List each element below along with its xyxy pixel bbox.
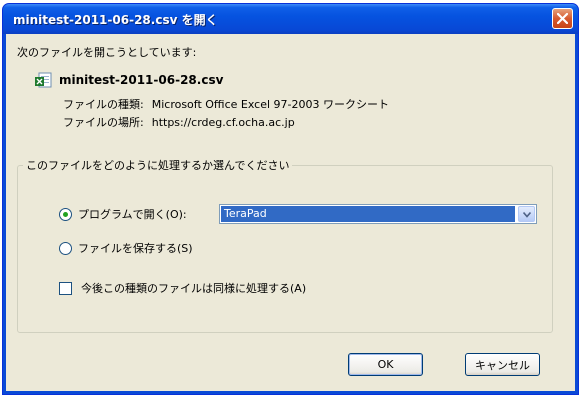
file-location-value: https://crdeg.cf.ocha.ac.jp: [151, 116, 295, 129]
close-icon: [557, 13, 568, 24]
prompt-text: 次のファイルを開こうとしています:: [17, 46, 197, 59]
remember-choice-option[interactable]: 今後この種類のファイルは同様に処理する(A): [59, 280, 306, 296]
program-select[interactable]: TeraPad: [219, 204, 537, 224]
file-type-value: Microsoft Office Excel 97-2003 ワークシート: [151, 98, 389, 111]
file-type-label: ファイルの種類:: [63, 98, 144, 111]
file-info-row: minitest-2011-06-28.csv: [35, 72, 223, 88]
program-select-dropdown-button[interactable]: [518, 206, 535, 222]
dialog-body: 次のファイルを開こうとしています: minitest-2011-06-28.cs…: [6, 34, 575, 391]
file-location-label: ファイルの場所:: [63, 116, 144, 129]
title-bar[interactable]: minitest-2011-06-28.csv を開く: [3, 4, 578, 34]
chevron-down-icon: [523, 212, 531, 218]
open-with-radio[interactable]: [59, 207, 72, 221]
close-button[interactable]: [552, 8, 573, 29]
ok-button[interactable]: OK: [348, 353, 423, 376]
file-location-row: ファイルの場所: https://crdeg.cf.ocha.ac.jp: [63, 114, 295, 130]
open-file-dialog: minitest-2011-06-28.csv を開く 次のファイルを開こうとし…: [2, 3, 579, 395]
action-group-legend: このファイルをどのように処理するか選んでください: [23, 157, 293, 173]
window-title: minitest-2011-06-28.csv を開く: [13, 13, 218, 27]
excel-file-icon: [35, 72, 52, 88]
file-name: minitest-2011-06-28.csv: [59, 73, 224, 87]
open-with-program-option[interactable]: プログラムで開く(O):: [59, 206, 187, 222]
save-file-option[interactable]: ファイルを保存する(S): [59, 240, 193, 256]
cancel-button[interactable]: キャンセル: [465, 353, 540, 376]
remember-choice-checkbox[interactable]: [59, 281, 72, 295]
save-file-label[interactable]: ファイルを保存する(S): [78, 240, 193, 256]
file-type-row: ファイルの種類: Microsoft Office Excel 97-2003 ワ…: [63, 96, 389, 112]
open-with-label[interactable]: プログラムで開く(O):: [78, 206, 187, 222]
remember-choice-label[interactable]: 今後この種類のファイルは同様に処理する(A): [81, 280, 306, 296]
program-select-value[interactable]: TeraPad: [221, 206, 515, 222]
save-file-radio[interactable]: [59, 241, 72, 255]
